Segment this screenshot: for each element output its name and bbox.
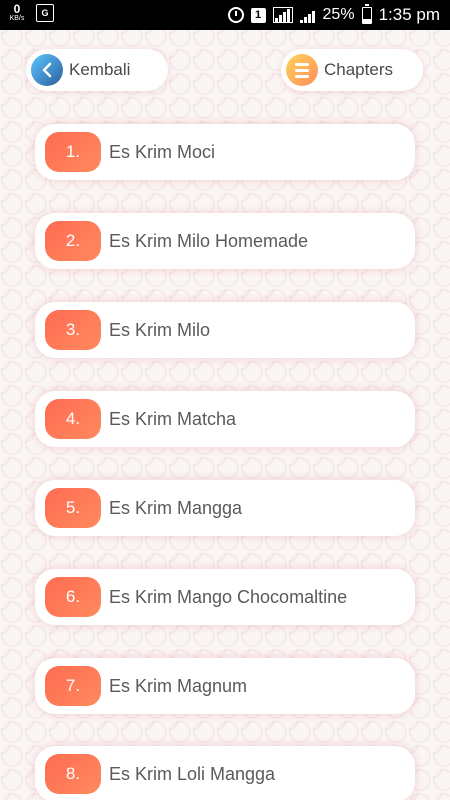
alarm-icon — [227, 7, 244, 23]
item-title: Es Krim Moci — [109, 141, 216, 162]
item-number: 5. — [45, 488, 101, 528]
network-speed-unit: KB/s — [9, 15, 25, 22]
item-number: 1. — [45, 132, 101, 172]
back-arrow-icon — [31, 54, 63, 86]
sim-badge: 1 — [250, 7, 266, 23]
item-title: Es Krim Mangga — [109, 497, 243, 518]
network-speed-value: 0 — [13, 2, 21, 16]
list-item[interactable]: 4. Es Krim Matcha — [35, 391, 415, 447]
item-title: Es Krim Magnum — [109, 675, 248, 696]
item-number: 2. — [45, 221, 101, 261]
back-button-label: Kembali — [69, 60, 131, 79]
item-number: 3. — [45, 310, 101, 350]
menu-icon — [286, 54, 318, 86]
status-bar-right: 1 25% 1:35 pm — [221, 0, 440, 30]
list-item[interactable]: 3. Es Krim Milo — [35, 302, 415, 358]
item-title: Es Krim Milo Homemade — [109, 230, 309, 251]
status-bar: 0 KB/s G 1 25% 1:35 pm — [0, 0, 450, 30]
list-item[interactable]: 8. Es Krim Loli Mangga — [35, 746, 415, 800]
list-item[interactable]: 1. Es Krim Moci — [35, 124, 415, 180]
item-number: 4. — [45, 399, 101, 439]
list-item[interactable]: 7. Es Krim Magnum — [35, 658, 415, 714]
chapters-button[interactable]: Chapters — [281, 49, 423, 91]
item-title: Es Krim Loli Mangga — [109, 763, 276, 784]
item-title: Es Krim Matcha — [109, 408, 237, 429]
battery-percent: 25% — [322, 6, 355, 23]
list-item[interactable]: 5. Es Krim Mangga — [35, 480, 415, 536]
item-title: Es Krim Milo — [109, 319, 211, 340]
list-item[interactable]: 2. Es Krim Milo Homemade — [35, 213, 415, 269]
chapters-button-label: Chapters — [324, 60, 393, 79]
item-title: Es Krim Mango Chocomaltine — [109, 586, 348, 607]
status-bar-left: 0 KB/s G — [6, 3, 54, 22]
item-number: 8. — [45, 754, 101, 794]
translate-icon: G — [36, 3, 54, 22]
item-number: 7. — [45, 666, 101, 706]
clock: 1:35 pm — [378, 5, 440, 24]
list-item[interactable]: 6. Es Krim Mango Chocomaltine — [35, 569, 415, 625]
back-button[interactable]: Kembali — [26, 49, 168, 91]
signal-icon-2 — [299, 7, 316, 23]
network-speed: 0 KB/s — [6, 3, 28, 22]
item-number: 6. — [45, 577, 101, 617]
battery-icon — [361, 3, 372, 24]
signal-icon — [272, 7, 293, 23]
